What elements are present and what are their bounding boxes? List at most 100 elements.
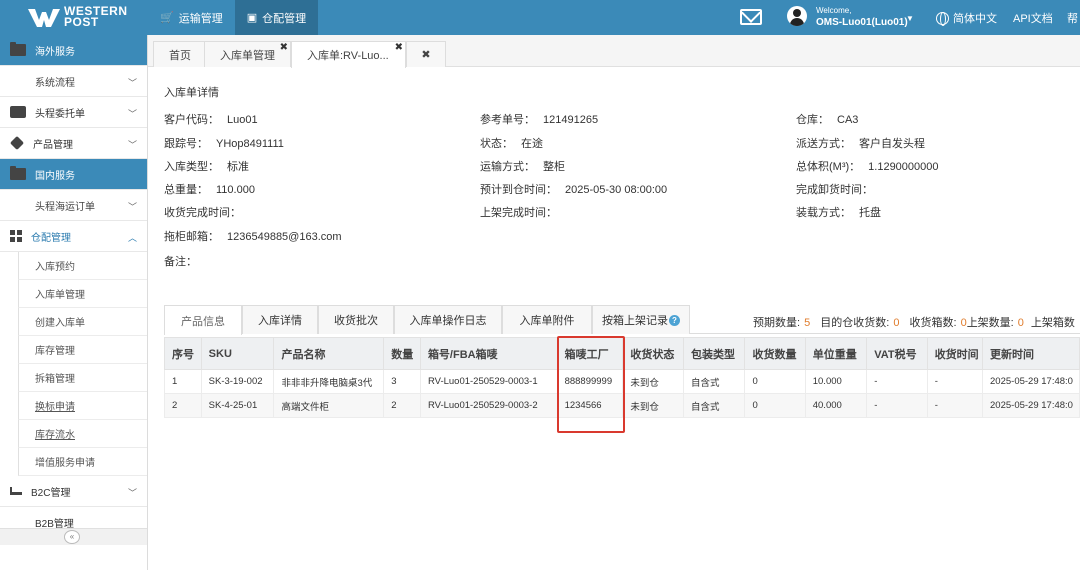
field-total-weight: 总重量： 110.000 — [164, 184, 255, 196]
tab-inbound-management[interactable]: 入库单管理 ✖ — [204, 41, 291, 67]
field-remarks: 备注： — [164, 256, 197, 268]
caret-down-icon[interactable]: ▼ — [906, 14, 914, 23]
close-tab-icon[interactable]: ✖ — [395, 42, 403, 53]
field-container-email: 拖柜邮箱： 1236549885@163.com — [164, 231, 342, 243]
sidebar-item-products[interactable]: 产品管理 ﹀ — [0, 128, 147, 159]
column-header[interactable]: 收货时间 — [926, 337, 984, 370]
sidebar-sub-relabel[interactable]: 换标申请 — [18, 392, 147, 420]
table-cell: 2025-05-29 17:48:0 — [982, 393, 1080, 418]
table-cell: RV-Luo01-250529-0003-1 — [419, 369, 558, 394]
column-header[interactable]: SKU — [200, 337, 275, 370]
close-all-tabs-button[interactable]: ✖ — [406, 41, 446, 67]
cart-icon — [10, 487, 22, 495]
field-inbound-type: 入库类型： 标准 — [164, 161, 249, 173]
briefcase-icon — [10, 106, 26, 118]
tab-receive-batches[interactable]: 收货批次 — [318, 305, 394, 334]
logo[interactable]: WESTERN POST — [0, 0, 148, 35]
table-row[interactable]: 1 SK-3-19-002 非非非升降电脑桌3代 3 RV-Luo01-2505… — [164, 369, 1080, 394]
chevron-down-icon: ﹀ — [127, 202, 137, 212]
help-link[interactable]: 帮 — [1067, 10, 1078, 26]
language-switcher[interactable]: 简体中文 — [936, 10, 997, 26]
field-delivery-method: 派送方式： 客户自发头程 — [796, 138, 925, 150]
tab-attachments[interactable]: 入库单附件 — [502, 305, 592, 334]
page-title: 入库单详情 — [164, 87, 219, 99]
column-header[interactable]: VAT税号 — [866, 337, 928, 370]
sidebar-item-overseas[interactable]: 海外服务 — [0, 35, 147, 66]
table-cell: - — [926, 393, 984, 418]
tag-icon — [9, 135, 25, 151]
sidebar-item-warehouse[interactable]: 仓配管理 ︿ — [0, 221, 147, 252]
sidebar-sub-inbound-booking[interactable]: 入库预约 — [18, 252, 147, 280]
table-cell: - — [926, 369, 984, 394]
brand-name: WESTERN POST — [64, 4, 128, 29]
folder-icon — [10, 42, 26, 56]
field-total-volume: 总体积(M³)： 1.1290000000 — [796, 161, 939, 173]
chevron-down-icon: ﹀ — [127, 109, 137, 119]
table-cell: 1 — [164, 369, 202, 394]
table-cell: SK-4-25-01 — [200, 393, 275, 418]
table-cell: 10.000 — [804, 369, 868, 394]
sidebar-item-domestic[interactable]: 国内服务 — [0, 159, 147, 190]
sidebar-sub-inventory-flow[interactable]: 库存流水 — [18, 420, 147, 448]
truck-icon: 🛒 — [160, 12, 174, 24]
column-header[interactable]: 数量 — [383, 337, 421, 370]
table-cell: 高端文件柜 — [273, 393, 385, 418]
table-cell: 0 — [744, 393, 806, 418]
nav-warehouse[interactable]: ▣ 仓配管理 — [234, 0, 319, 35]
tab-operation-log[interactable]: 入库单操作日志 — [394, 305, 502, 334]
table-cell: 40.000 — [804, 393, 868, 418]
folder-icon — [10, 166, 26, 180]
sidebar-sub-inbound-orders[interactable]: 入库单管理 — [18, 280, 147, 308]
field-unload-done: 完成卸货时间： — [796, 184, 873, 196]
table-cell: 非非非升降电脑桌3代 — [273, 369, 385, 394]
sidebar-sub-inventory[interactable]: 库存管理 — [18, 336, 147, 364]
column-header[interactable]: 箱唛工厂 — [556, 337, 624, 370]
chevron-down-icon: ﹀ — [127, 78, 137, 88]
field-receive-done: 收货完成时间： — [164, 207, 241, 219]
chevron-down-icon: ﹀ — [127, 488, 137, 498]
close-tab-icon[interactable]: ✖ — [280, 42, 288, 53]
sidebar-item-first-leg[interactable]: 头程委托单 ﹀ — [0, 97, 147, 128]
table-cell: - — [866, 369, 928, 394]
collapse-sidebar-icon[interactable]: « — [64, 530, 80, 544]
tab-shelving-records[interactable]: 按箱上架记录? — [592, 305, 690, 334]
sidebar-sub-create-inbound[interactable]: 创建入库单 — [18, 308, 147, 336]
mail-icon[interactable] — [740, 9, 762, 25]
grid-icon — [10, 230, 22, 242]
column-header[interactable]: 单位重量 — [804, 337, 868, 370]
tab-product-info[interactable]: 产品信息 — [164, 305, 242, 335]
column-header[interactable]: 产品名称 — [273, 337, 385, 370]
field-tracking-no: 跟踪号： YHop8491111 — [164, 138, 284, 150]
sidebar-item-b2c[interactable]: B2C管理 ﹀ — [0, 476, 147, 507]
sidebar-sub-value-added[interactable]: 增值服务申请 — [18, 448, 147, 476]
tab-inbound-detail-info[interactable]: 入库详情 — [242, 305, 318, 334]
table-header-row: 序号 SKU 产品名称 数量 箱号/FBA箱唛 箱唛工厂 收货状态 包装类型 收… — [164, 337, 1080, 370]
close-icon: ✖ — [421, 49, 431, 61]
nav-transport[interactable]: 🛒 运输管理 — [148, 0, 235, 35]
table-cell: 3 — [383, 369, 421, 394]
avatar[interactable] — [787, 6, 807, 26]
table-cell: SK-3-19-002 — [200, 369, 275, 394]
sidebar-item-sea-orders[interactable]: 头程海运订单 ﹀ — [0, 190, 147, 221]
table-cell: 2 — [164, 393, 202, 418]
help-icon: ? — [669, 314, 680, 326]
western-post-logo-icon — [28, 9, 60, 27]
sidebar-item-system-flow[interactable]: 系统流程 ﹀ — [0, 66, 147, 97]
quantity-summary: 预期数量: 5 目的仓收货数: 0 收货箱数: 0上架数量: 0 上架箱数 — [753, 317, 1075, 329]
api-docs-link[interactable]: API文档 — [1013, 10, 1053, 26]
column-header[interactable]: 序号 — [164, 337, 202, 370]
chevron-down-icon: ﹀ — [127, 140, 137, 150]
table-row[interactable]: 2 SK-4-25-01 高端文件柜 2 RV-Luo01-250529-000… — [164, 393, 1080, 418]
column-header[interactable]: 收货状态 — [622, 337, 684, 370]
tab-inbound-detail[interactable]: 入库单:RV-Luo... ✖ — [291, 41, 406, 68]
column-header[interactable]: 更新时间 — [982, 337, 1080, 370]
globe-icon — [936, 11, 949, 26]
column-header[interactable]: 包装类型 — [682, 337, 746, 370]
field-eta: 预计到仓时间： 2025-05-30 08:00:00 — [480, 184, 668, 196]
column-header[interactable]: 箱号/FBA箱唛 — [419, 337, 558, 370]
column-header[interactable]: 收货数量 — [744, 337, 806, 370]
tab-home[interactable]: 首页 — [153, 41, 205, 67]
sidebar-collapse-bar: « — [0, 528, 147, 545]
sidebar-sub-unboxing[interactable]: 拆箱管理 — [18, 364, 147, 392]
user-menu[interactable]: Welcome, OMS-Luo01(Luo01) — [816, 5, 908, 29]
